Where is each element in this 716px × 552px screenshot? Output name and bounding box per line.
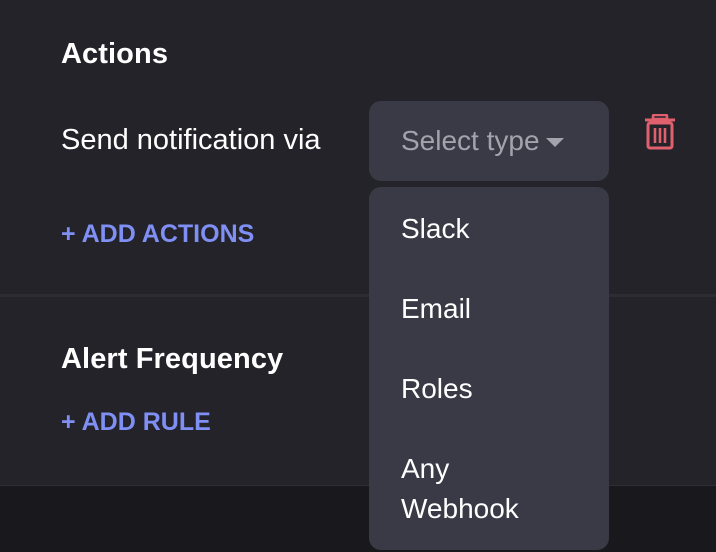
notification-type-select[interactable]: Select type bbox=[369, 101, 609, 181]
notification-type-dropdown: Slack Email Roles Any Webhook bbox=[369, 187, 609, 550]
page: Actions Send notification via Select typ… bbox=[0, 0, 716, 552]
add-actions-button[interactable]: + ADD ACTIONS bbox=[61, 220, 254, 249]
option-label-line2: Webhook bbox=[401, 493, 519, 524]
select-placeholder: Select type bbox=[401, 125, 540, 156]
add-rule-button[interactable]: + ADD RULE bbox=[61, 408, 211, 437]
dropdown-option-any-webhook[interactable]: Any Webhook bbox=[401, 449, 519, 529]
send-notification-label: Send notification via bbox=[61, 124, 321, 156]
trash-icon[interactable] bbox=[644, 114, 676, 150]
dropdown-option-roles[interactable]: Roles bbox=[401, 369, 473, 409]
dropdown-option-slack[interactable]: Slack bbox=[401, 209, 469, 249]
actions-heading: Actions bbox=[61, 38, 169, 70]
chevron-down-icon bbox=[545, 137, 564, 147]
option-label-line1: Any bbox=[401, 453, 450, 484]
alert-frequency-heading: Alert Frequency bbox=[61, 343, 284, 375]
dropdown-option-email[interactable]: Email bbox=[401, 289, 471, 329]
